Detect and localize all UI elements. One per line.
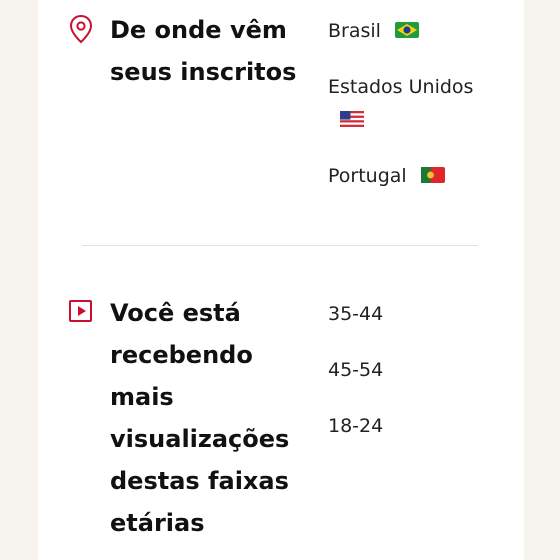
insights-card: De onde vêm seus inscritos Brasil Estado… [38, 0, 524, 560]
country-list: Brasil Estados Unidos Portugal [328, 17, 518, 218]
country-name: Estados Unidos [328, 76, 474, 98]
locations-heading: De onde vêm seus inscritos [110, 16, 297, 86]
section-divider [82, 245, 478, 246]
subscriber-locations-section: De onde vêm seus inscritos Brasil Estado… [38, 0, 524, 246]
play-icon [69, 300, 92, 322]
location-pin-icon [69, 14, 93, 44]
country-item-portugal: Portugal [328, 162, 518, 190]
country-name: Brasil [328, 20, 381, 42]
country-name: Portugal [328, 165, 407, 187]
age-ranges-heading: Você está recebendo mais visualizações d… [110, 299, 290, 537]
age-ranges-section: Você está recebendo mais visualizações d… [38, 270, 524, 560]
age-range-item: 45-54 [328, 359, 384, 381]
age-range-item: 35-44 [328, 303, 384, 325]
country-item-estados-unidos: Estados Unidos [328, 73, 518, 134]
country-item-brasil: Brasil [328, 17, 518, 45]
age-range-list: 35-44 45-54 18-24 [328, 300, 518, 468]
brazil-flag-icon [394, 21, 419, 38]
portugal-flag-icon [420, 166, 445, 183]
age-range-item: 18-24 [328, 415, 384, 437]
usa-flag-icon [340, 110, 364, 127]
